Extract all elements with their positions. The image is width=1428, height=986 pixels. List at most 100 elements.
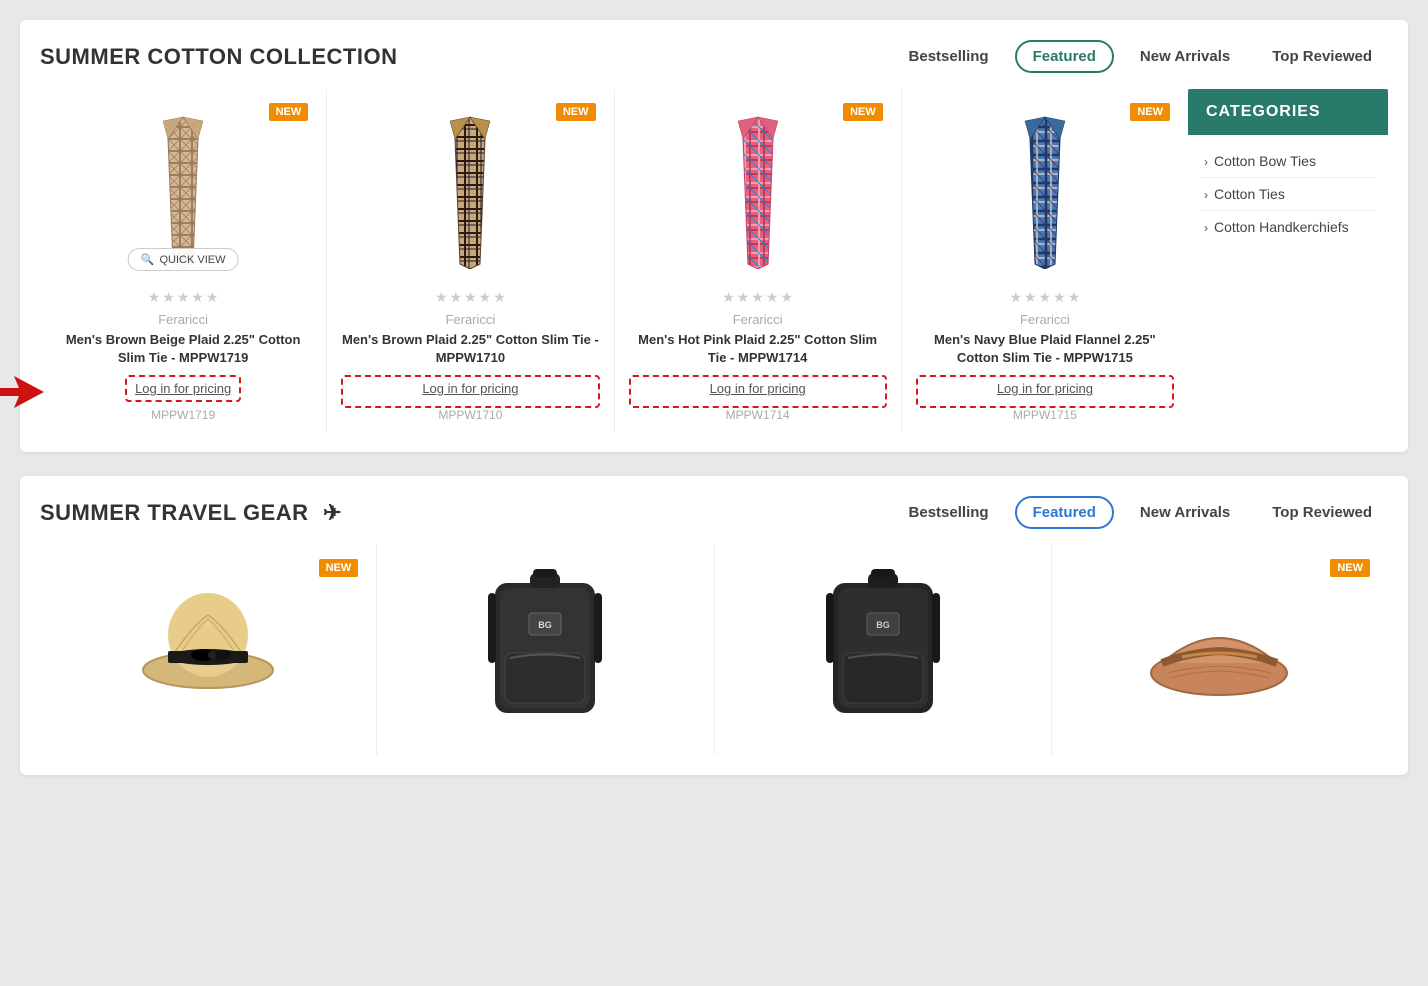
backpack-image-2: BG	[823, 563, 943, 728]
products-area-1: NEW	[40, 89, 1388, 432]
travel-product-image-1: NEW	[54, 555, 362, 735]
product-image-2: NEW	[341, 99, 599, 279]
section2-title-text: SUMMER TRAVEL GEAR	[40, 500, 309, 525]
chevron-icon-0: ›	[1204, 155, 1208, 169]
sku-2: MPPW1710	[438, 408, 502, 422]
tab-newarrivals-2[interactable]: New Arrivals	[1124, 498, 1246, 527]
travel-product-image-3: BG	[729, 555, 1037, 735]
products-grid-2: NEW	[40, 545, 1388, 755]
plane-icon: ✈	[323, 500, 342, 526]
visor-hat-image	[1147, 573, 1292, 718]
new-badge-1: NEW	[269, 103, 309, 121]
svg-text:BG: BG	[876, 620, 890, 630]
stars-3: ★ ★ ★ ★ ★	[722, 289, 793, 306]
travel-product-col-3: BG	[715, 545, 1052, 755]
tab-featured-2[interactable]: Featured	[1015, 496, 1114, 529]
star-2: ★	[162, 289, 175, 306]
section1-header: SUMMER COTTON COLLECTION Bestselling Fea…	[40, 40, 1388, 73]
sku-4: MPPW1715	[1013, 408, 1077, 422]
product-name-3: Men's Hot Pink Plaid 2.25" Cotton Slim T…	[629, 331, 887, 367]
product-col-3: NEW	[615, 89, 902, 432]
stars-2: ★ ★ ★ ★ ★	[435, 289, 506, 306]
brand-1: Feraricci	[158, 312, 208, 327]
travel-product-col-2: BG	[377, 545, 714, 755]
tie-image-2	[425, 109, 515, 269]
category-item-2[interactable]: › Cotton Handkerchiefs	[1200, 211, 1376, 243]
tie-image-1	[138, 109, 228, 269]
brand-4: Feraricci	[1020, 312, 1070, 327]
tie-image-3	[713, 109, 803, 269]
search-icon-qv: 🔍	[141, 253, 155, 266]
pricing-wrapper-1: Log in for pricing	[54, 375, 312, 408]
section1-tab-nav: Bestselling Featured New Arrivals Top Re…	[893, 40, 1388, 73]
category-item-0[interactable]: › Cotton Bow Ties	[1200, 145, 1376, 178]
pricing-wrapper-4: Log in for pricing	[916, 375, 1174, 408]
new-badge-3: NEW	[843, 103, 883, 121]
section2-header: SUMMER TRAVEL GEAR ✈ Bestselling Feature…	[40, 496, 1388, 529]
pricing-wrapper-2: Log in for pricing	[341, 375, 599, 408]
sku-1: MPPW1719	[151, 408, 215, 422]
travel-product-image-2: BG	[391, 555, 699, 735]
sku-3: MPPW1714	[726, 408, 790, 422]
product-name-1: Men's Brown Beige Plaid 2.25" Cotton Sli…	[54, 331, 312, 367]
section1-title: SUMMER COTTON COLLECTION	[40, 44, 397, 70]
categories-panel: CATEGORIES › Cotton Bow Ties › Cotton Ti…	[1188, 89, 1388, 432]
star-4: ★	[191, 289, 204, 306]
product-col-2: NEW	[327, 89, 614, 432]
backpack-image-1: BG	[485, 563, 605, 728]
product-name-4: Men's Navy Blue Plaid Flannel 2.25" Cott…	[916, 331, 1174, 367]
login-pricing-3[interactable]: Log in for pricing	[710, 381, 806, 396]
star-1: ★	[148, 289, 161, 306]
product-col-1: NEW	[40, 89, 327, 432]
straw-hat-image	[138, 575, 278, 715]
categories-list: › Cotton Bow Ties › Cotton Ties › Cotton…	[1188, 135, 1388, 253]
quick-view-btn-1[interactable]: 🔍 QUICK VIEW	[128, 248, 239, 271]
summer-travel-section: SUMMER TRAVEL GEAR ✈ Bestselling Feature…	[20, 476, 1408, 775]
star-5: ★	[206, 289, 219, 306]
brand-2: Feraricci	[445, 312, 495, 327]
pricing-wrapper-3: Log in for pricing	[629, 375, 887, 408]
new-badge-2: NEW	[556, 103, 596, 121]
travel-product-col-1: NEW	[40, 545, 377, 755]
login-pricing-2[interactable]: Log in for pricing	[422, 381, 518, 396]
category-label-2: Cotton Handkerchiefs	[1214, 219, 1349, 235]
travel-product-col-4: NEW	[1052, 545, 1388, 755]
brand-3: Feraricci	[733, 312, 783, 327]
star-3: ★	[177, 289, 190, 306]
login-pricing-4[interactable]: Log in for pricing	[997, 381, 1093, 396]
category-item-1[interactable]: › Cotton Ties	[1200, 178, 1376, 211]
travel-new-badge-4: NEW	[1330, 559, 1370, 577]
tab-topreviewed-1[interactable]: Top Reviewed	[1256, 42, 1388, 71]
product-name-2: Men's Brown Plaid 2.25" Cotton Slim Tie …	[341, 331, 599, 367]
tab-bestselling-2[interactable]: Bestselling	[893, 498, 1005, 527]
stars-1: ★ ★ ★ ★ ★	[148, 289, 219, 306]
section1-title-area: SUMMER COTTON COLLECTION	[40, 44, 863, 70]
summer-cotton-section: SUMMER COTTON COLLECTION Bestselling Fea…	[20, 20, 1408, 452]
tab-newarrivals-1[interactable]: New Arrivals	[1124, 42, 1246, 71]
product-col-4: NEW	[902, 89, 1188, 432]
travel-product-image-4: NEW	[1066, 555, 1374, 735]
section2-title: SUMMER TRAVEL GEAR ✈	[40, 500, 342, 526]
product-image-4: NEW	[916, 99, 1174, 279]
red-arrow-icon	[0, 374, 44, 410]
tab-featured-1[interactable]: Featured	[1015, 40, 1114, 73]
product-image-3: NEW	[629, 99, 887, 279]
login-pricing-1[interactable]: Log in for pricing	[125, 375, 241, 402]
quick-view-label-1: QUICK VIEW	[159, 254, 225, 266]
tab-topreviewed-2[interactable]: Top Reviewed	[1256, 498, 1388, 527]
section2-tab-nav: Bestselling Featured New Arrivals Top Re…	[893, 496, 1388, 529]
products-grid-1: NEW	[40, 89, 1188, 432]
new-badge-4: NEW	[1130, 103, 1170, 121]
section2-title-area: SUMMER TRAVEL GEAR ✈	[40, 500, 863, 526]
tie-image-4	[1000, 109, 1090, 269]
product-image-1: NEW	[54, 99, 312, 279]
category-label-0: Cotton Bow Ties	[1214, 153, 1316, 169]
tab-bestselling-1[interactable]: Bestselling	[893, 42, 1005, 71]
chevron-icon-1: ›	[1204, 188, 1208, 202]
stars-4: ★ ★ ★ ★ ★	[1009, 289, 1080, 306]
categories-header: CATEGORIES	[1188, 89, 1388, 135]
travel-new-badge-1: NEW	[319, 559, 359, 577]
category-label-1: Cotton Ties	[1214, 186, 1285, 202]
svg-text:BG: BG	[539, 620, 553, 630]
chevron-icon-2: ›	[1204, 221, 1208, 235]
